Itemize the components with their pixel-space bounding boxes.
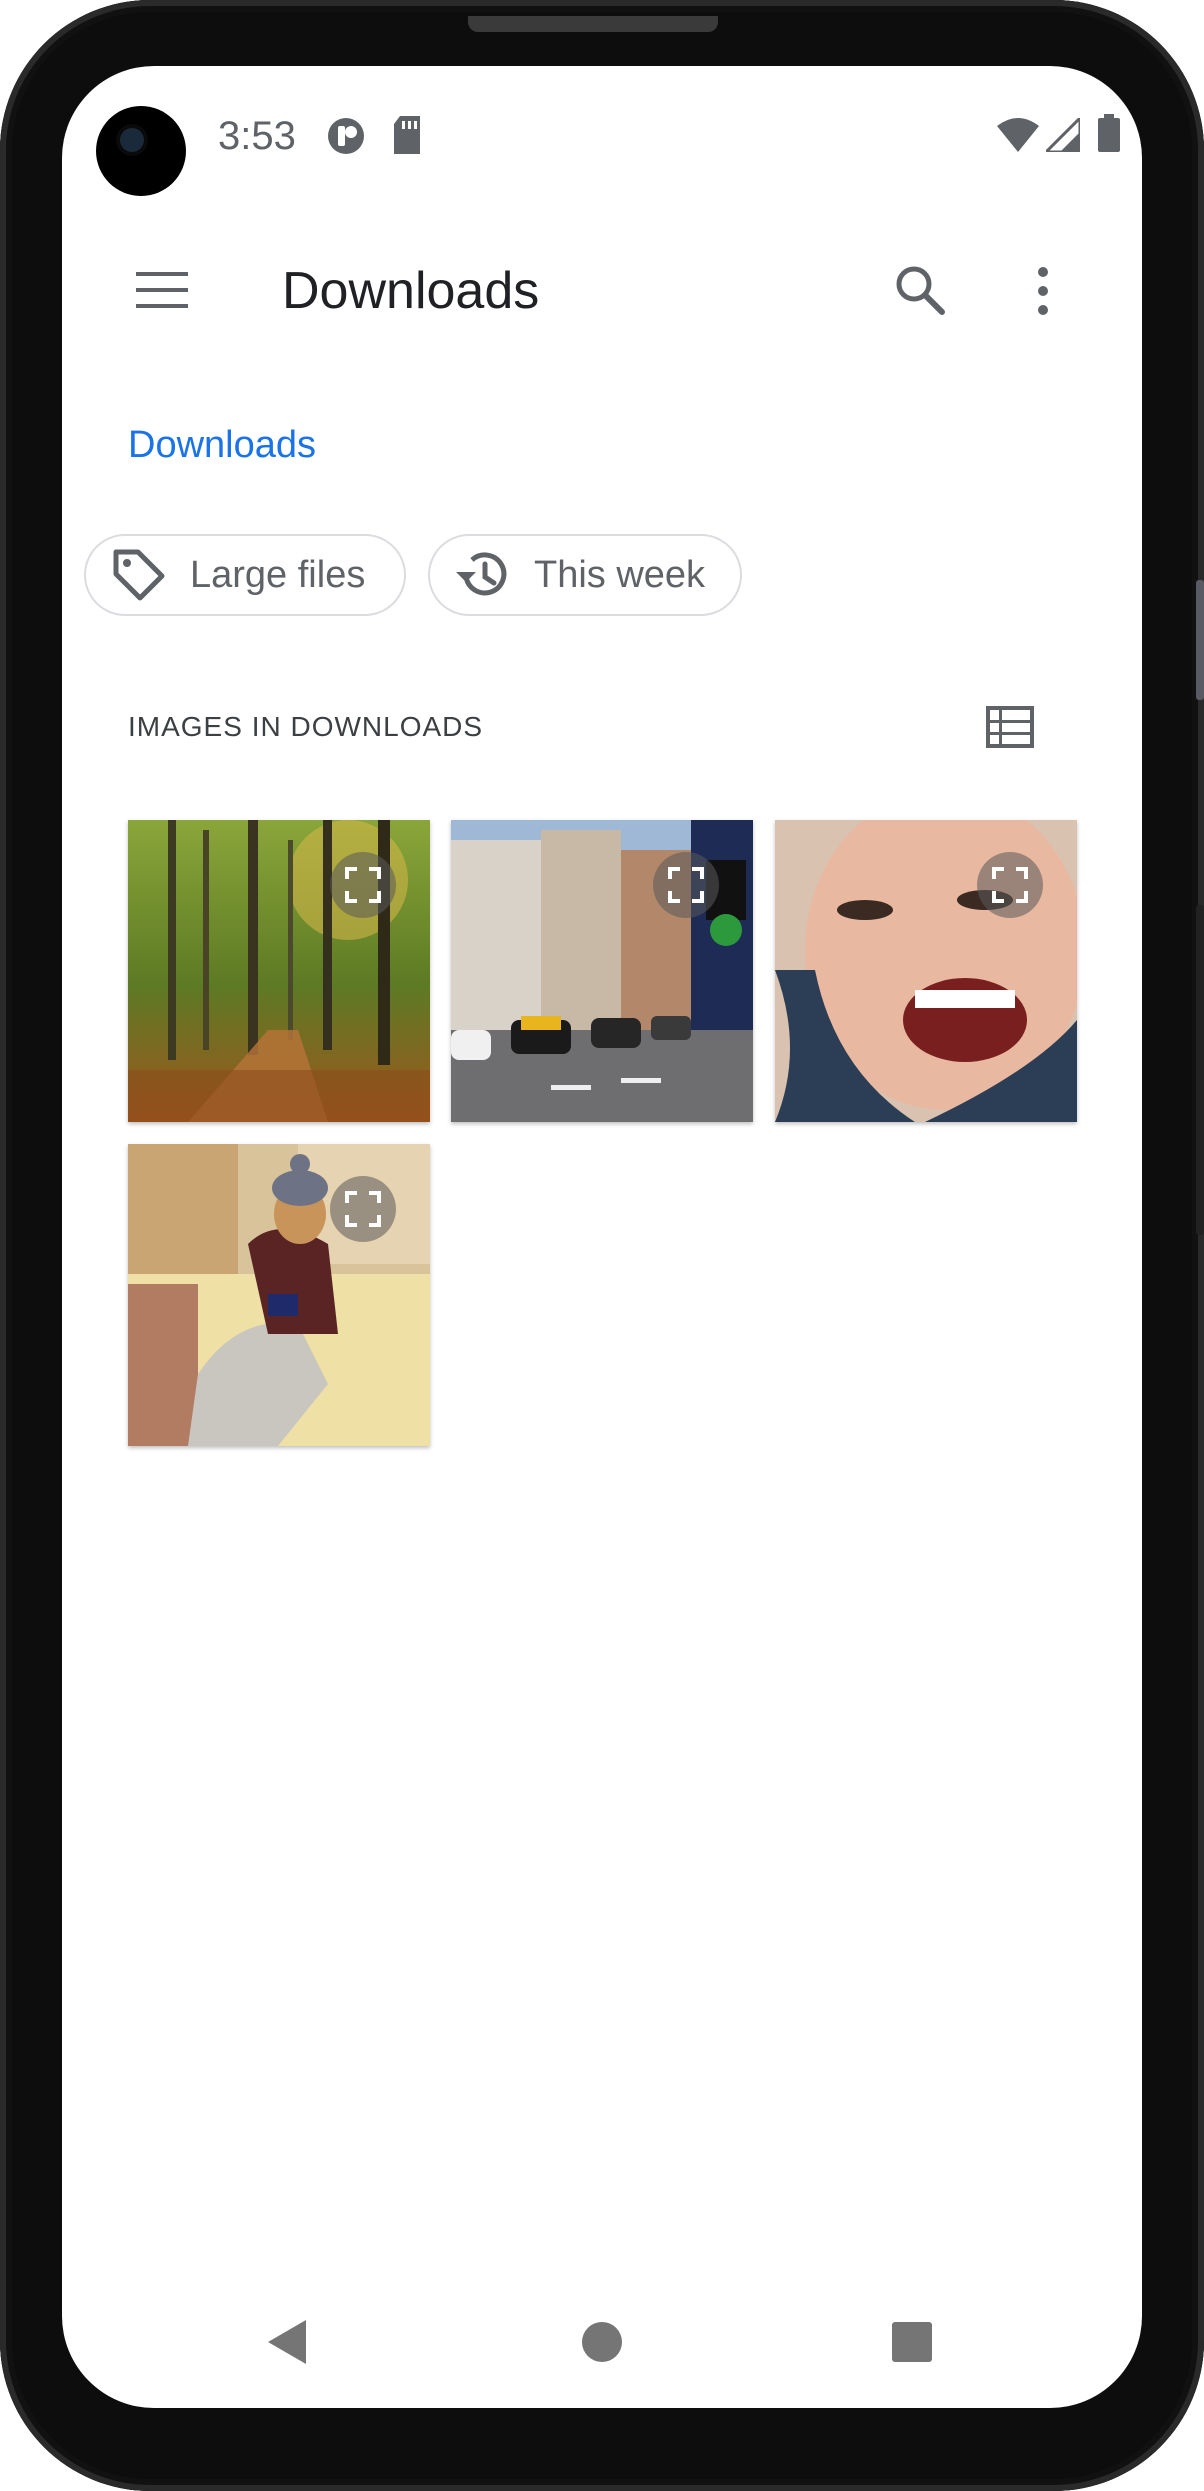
image-thumbnail-dog[interactable] bbox=[128, 1144, 430, 1446]
expand-icon[interactable] bbox=[977, 852, 1043, 918]
chip-large-files[interactable]: Large files bbox=[84, 534, 406, 616]
more-vert-icon[interactable] bbox=[1035, 266, 1051, 321]
chip-this-week[interactable]: This week bbox=[428, 534, 742, 616]
expand-icon[interactable] bbox=[330, 1176, 396, 1242]
notification-app-icon bbox=[326, 116, 366, 161]
earpiece-speaker bbox=[468, 16, 718, 32]
recents-square-icon[interactable] bbox=[892, 2322, 932, 2367]
phone-frame: 3:53 Downloads Downloads Large files Thi… bbox=[0, 0, 1204, 2491]
home-circle-icon[interactable] bbox=[582, 2322, 622, 2367]
front-camera bbox=[96, 106, 186, 196]
breadcrumb[interactable]: Downloads bbox=[128, 424, 316, 467]
chip-label: This week bbox=[534, 553, 706, 596]
menu-icon[interactable] bbox=[136, 272, 188, 313]
list-view-icon[interactable] bbox=[986, 706, 1034, 753]
expand-icon[interactable] bbox=[653, 852, 719, 918]
screen: 3:53 Downloads Downloads Large files Thi… bbox=[62, 66, 1142, 2408]
back-triangle-icon[interactable] bbox=[268, 2320, 306, 2369]
sd-card-icon bbox=[392, 116, 422, 159]
label-tag-icon bbox=[113, 549, 165, 601]
chip-label: Large files bbox=[190, 553, 366, 596]
expand-icon[interactable] bbox=[330, 852, 396, 918]
wifi-icon bbox=[997, 118, 1039, 157]
history-icon bbox=[456, 552, 507, 596]
volume-button bbox=[1196, 580, 1204, 700]
status-time: 3:53 bbox=[218, 114, 296, 158]
image-thumbnail-street[interactable] bbox=[451, 820, 753, 1122]
image-thumbnail-face[interactable] bbox=[775, 820, 1077, 1122]
power-button bbox=[1196, 905, 1204, 1235]
page-title: Downloads bbox=[282, 262, 540, 320]
search-icon[interactable] bbox=[894, 264, 946, 321]
battery-icon bbox=[1098, 114, 1120, 157]
signal-icon bbox=[1042, 114, 1082, 157]
section-title: IMAGES IN DOWNLOADS bbox=[128, 711, 484, 742]
image-thumbnail-forest[interactable] bbox=[128, 820, 430, 1122]
